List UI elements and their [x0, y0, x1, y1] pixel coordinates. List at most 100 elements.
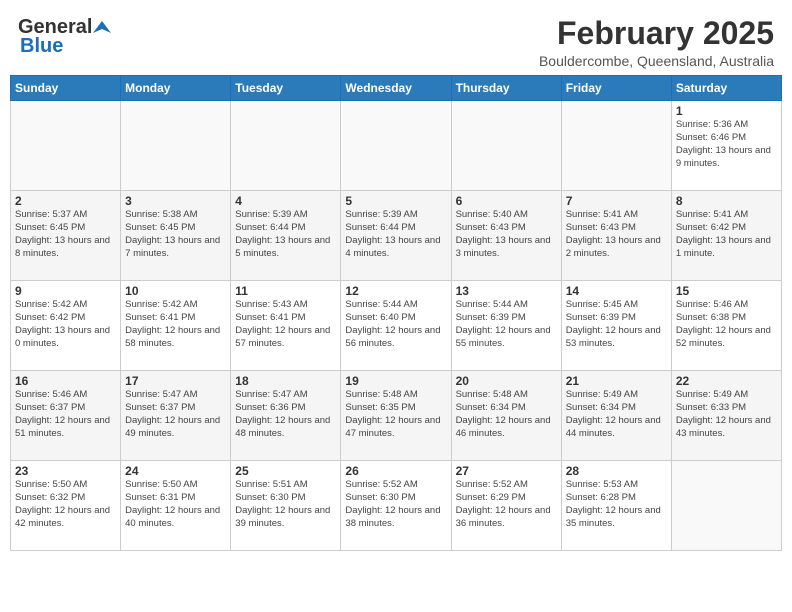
day-number: 24: [125, 464, 226, 478]
empty-cell: [341, 101, 451, 191]
day-cell-19: 19Sunrise: 5:48 AMSunset: 6:35 PMDayligh…: [341, 371, 451, 461]
day-cell-11: 11Sunrise: 5:43 AMSunset: 6:41 PMDayligh…: [231, 281, 341, 371]
day-cell-5: 5Sunrise: 5:39 AMSunset: 6:44 PMDaylight…: [341, 191, 451, 281]
day-info: Sunrise: 5:43 AMSunset: 6:41 PMDaylight:…: [235, 299, 336, 350]
day-cell-22: 22Sunrise: 5:49 AMSunset: 6:33 PMDayligh…: [671, 371, 781, 461]
day-number: 25: [235, 464, 336, 478]
day-info: Sunrise: 5:47 AMSunset: 6:37 PMDaylight:…: [125, 389, 226, 440]
weekday-header-monday: Monday: [121, 76, 231, 101]
day-info: Sunrise: 5:49 AMSunset: 6:33 PMDaylight:…: [676, 389, 777, 440]
day-info: Sunrise: 5:44 AMSunset: 6:40 PMDaylight:…: [345, 299, 446, 350]
day-cell-1: 1Sunrise: 5:36 AMSunset: 6:46 PMDaylight…: [671, 101, 781, 191]
day-cell-21: 21Sunrise: 5:49 AMSunset: 6:34 PMDayligh…: [561, 371, 671, 461]
calendar-table: SundayMondayTuesdayWednesdayThursdayFrid…: [10, 75, 782, 551]
day-info: Sunrise: 5:41 AMSunset: 6:42 PMDaylight:…: [676, 209, 777, 260]
day-number: 13: [456, 284, 557, 298]
empty-cell: [11, 101, 121, 191]
page-header: General Blue February 2025 Bouldercombe,…: [10, 10, 782, 69]
day-info: Sunrise: 5:51 AMSunset: 6:30 PMDaylight:…: [235, 479, 336, 530]
day-info: Sunrise: 5:36 AMSunset: 6:46 PMDaylight:…: [676, 119, 777, 170]
day-number: 9: [15, 284, 116, 298]
day-cell-26: 26Sunrise: 5:52 AMSunset: 6:30 PMDayligh…: [341, 461, 451, 551]
day-cell-15: 15Sunrise: 5:46 AMSunset: 6:38 PMDayligh…: [671, 281, 781, 371]
week-row-5: 23Sunrise: 5:50 AMSunset: 6:32 PMDayligh…: [11, 461, 782, 551]
day-info: Sunrise: 5:42 AMSunset: 6:41 PMDaylight:…: [125, 299, 226, 350]
day-cell-20: 20Sunrise: 5:48 AMSunset: 6:34 PMDayligh…: [451, 371, 561, 461]
day-number: 14: [566, 284, 667, 298]
day-info: Sunrise: 5:53 AMSunset: 6:28 PMDaylight:…: [566, 479, 667, 530]
day-number: 4: [235, 194, 336, 208]
day-number: 23: [15, 464, 116, 478]
day-number: 18: [235, 374, 336, 388]
day-info: Sunrise: 5:46 AMSunset: 6:38 PMDaylight:…: [676, 299, 777, 350]
weekday-header-tuesday: Tuesday: [231, 76, 341, 101]
weekday-header-row: SundayMondayTuesdayWednesdayThursdayFrid…: [11, 76, 782, 101]
day-info: Sunrise: 5:39 AMSunset: 6:44 PMDaylight:…: [235, 209, 336, 260]
day-cell-3: 3Sunrise: 5:38 AMSunset: 6:45 PMDaylight…: [121, 191, 231, 281]
day-cell-10: 10Sunrise: 5:42 AMSunset: 6:41 PMDayligh…: [121, 281, 231, 371]
day-number: 5: [345, 194, 446, 208]
day-cell-8: 8Sunrise: 5:41 AMSunset: 6:42 PMDaylight…: [671, 191, 781, 281]
day-info: Sunrise: 5:41 AMSunset: 6:43 PMDaylight:…: [566, 209, 667, 260]
day-info: Sunrise: 5:49 AMSunset: 6:34 PMDaylight:…: [566, 389, 667, 440]
day-number: 1: [676, 104, 777, 118]
day-number: 10: [125, 284, 226, 298]
day-info: Sunrise: 5:52 AMSunset: 6:30 PMDaylight:…: [345, 479, 446, 530]
day-number: 3: [125, 194, 226, 208]
day-info: Sunrise: 5:46 AMSunset: 6:37 PMDaylight:…: [15, 389, 116, 440]
day-info: Sunrise: 5:48 AMSunset: 6:34 PMDaylight:…: [456, 389, 557, 440]
day-cell-25: 25Sunrise: 5:51 AMSunset: 6:30 PMDayligh…: [231, 461, 341, 551]
day-info: Sunrise: 5:39 AMSunset: 6:44 PMDaylight:…: [345, 209, 446, 260]
empty-cell: [671, 461, 781, 551]
weekday-header-sunday: Sunday: [11, 76, 121, 101]
day-number: 11: [235, 284, 336, 298]
day-number: 28: [566, 464, 667, 478]
day-info: Sunrise: 5:38 AMSunset: 6:45 PMDaylight:…: [125, 209, 226, 260]
day-cell-13: 13Sunrise: 5:44 AMSunset: 6:39 PMDayligh…: [451, 281, 561, 371]
day-number: 26: [345, 464, 446, 478]
weekday-header-friday: Friday: [561, 76, 671, 101]
day-number: 8: [676, 194, 777, 208]
empty-cell: [561, 101, 671, 191]
weekday-header-wednesday: Wednesday: [341, 76, 451, 101]
day-cell-2: 2Sunrise: 5:37 AMSunset: 6:45 PMDaylight…: [11, 191, 121, 281]
week-row-3: 9Sunrise: 5:42 AMSunset: 6:42 PMDaylight…: [11, 281, 782, 371]
day-number: 21: [566, 374, 667, 388]
empty-cell: [451, 101, 561, 191]
day-cell-16: 16Sunrise: 5:46 AMSunset: 6:37 PMDayligh…: [11, 371, 121, 461]
logo-bird-icon: [93, 19, 111, 37]
day-number: 6: [456, 194, 557, 208]
day-cell-6: 6Sunrise: 5:40 AMSunset: 6:43 PMDaylight…: [451, 191, 561, 281]
day-number: 22: [676, 374, 777, 388]
day-info: Sunrise: 5:48 AMSunset: 6:35 PMDaylight:…: [345, 389, 446, 440]
day-info: Sunrise: 5:45 AMSunset: 6:39 PMDaylight:…: [566, 299, 667, 350]
day-number: 2: [15, 194, 116, 208]
day-number: 27: [456, 464, 557, 478]
month-title: February 2025: [539, 16, 774, 51]
day-cell-9: 9Sunrise: 5:42 AMSunset: 6:42 PMDaylight…: [11, 281, 121, 371]
day-number: 19: [345, 374, 446, 388]
day-info: Sunrise: 5:50 AMSunset: 6:32 PMDaylight:…: [15, 479, 116, 530]
day-number: 12: [345, 284, 446, 298]
day-info: Sunrise: 5:47 AMSunset: 6:36 PMDaylight:…: [235, 389, 336, 440]
day-info: Sunrise: 5:37 AMSunset: 6:45 PMDaylight:…: [15, 209, 116, 260]
day-cell-28: 28Sunrise: 5:53 AMSunset: 6:28 PMDayligh…: [561, 461, 671, 551]
day-info: Sunrise: 5:50 AMSunset: 6:31 PMDaylight:…: [125, 479, 226, 530]
day-number: 15: [676, 284, 777, 298]
day-cell-17: 17Sunrise: 5:47 AMSunset: 6:37 PMDayligh…: [121, 371, 231, 461]
logo-blue: Blue: [20, 35, 63, 58]
empty-cell: [121, 101, 231, 191]
day-info: Sunrise: 5:52 AMSunset: 6:29 PMDaylight:…: [456, 479, 557, 530]
day-cell-4: 4Sunrise: 5:39 AMSunset: 6:44 PMDaylight…: [231, 191, 341, 281]
day-info: Sunrise: 5:40 AMSunset: 6:43 PMDaylight:…: [456, 209, 557, 260]
week-row-2: 2Sunrise: 5:37 AMSunset: 6:45 PMDaylight…: [11, 191, 782, 281]
weekday-header-thursday: Thursday: [451, 76, 561, 101]
day-number: 7: [566, 194, 667, 208]
title-block: February 2025 Bouldercombe, Queensland, …: [539, 16, 774, 69]
day-cell-18: 18Sunrise: 5:47 AMSunset: 6:36 PMDayligh…: [231, 371, 341, 461]
day-info: Sunrise: 5:44 AMSunset: 6:39 PMDaylight:…: [456, 299, 557, 350]
weekday-header-saturday: Saturday: [671, 76, 781, 101]
week-row-1: 1Sunrise: 5:36 AMSunset: 6:46 PMDaylight…: [11, 101, 782, 191]
day-cell-14: 14Sunrise: 5:45 AMSunset: 6:39 PMDayligh…: [561, 281, 671, 371]
day-cell-7: 7Sunrise: 5:41 AMSunset: 6:43 PMDaylight…: [561, 191, 671, 281]
